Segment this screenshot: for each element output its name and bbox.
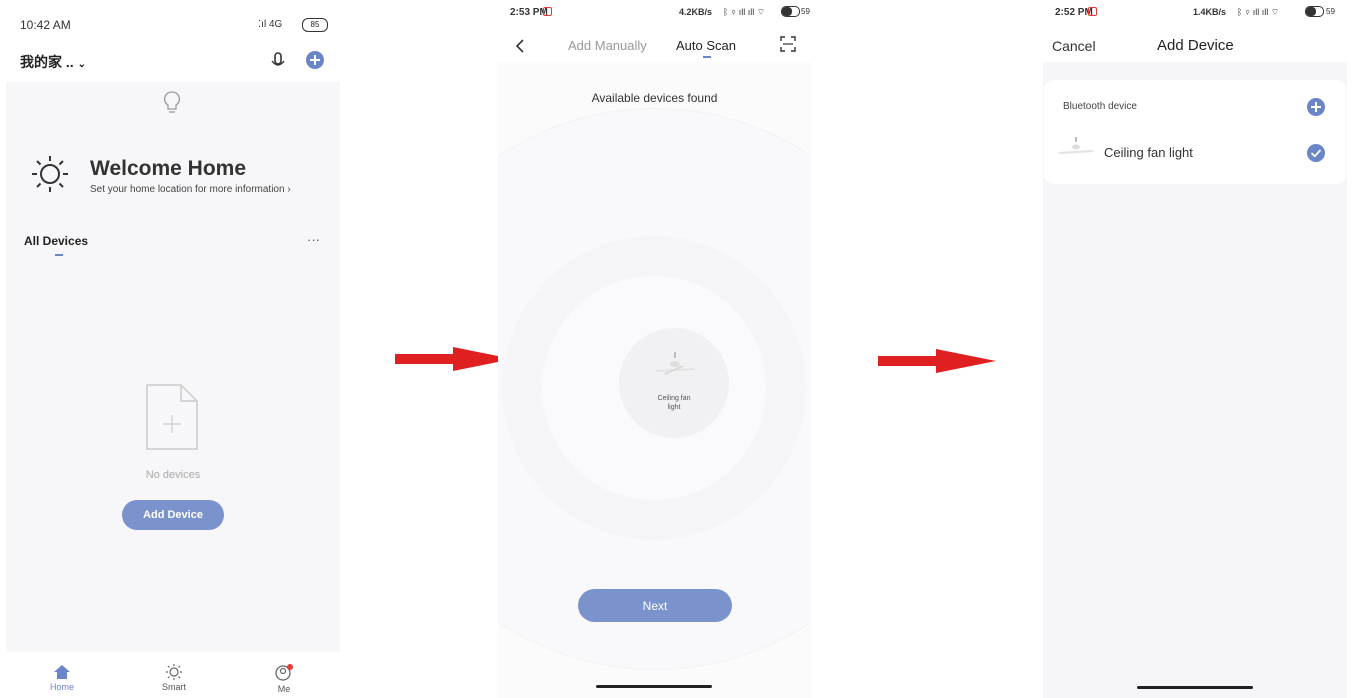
- device-name: Ceiling fan light: [1104, 145, 1193, 160]
- battery-percent: 59: [1326, 7, 1335, 16]
- tab-me[interactable]: Me: [264, 664, 304, 694]
- home-indicator: [1137, 686, 1253, 689]
- signal-icon: ᛒ ⚲ ıll ıll ⌔: [1237, 7, 1280, 17]
- tab-all-devices[interactable]: All Devices: [24, 234, 88, 248]
- empty-document-icon: [146, 384, 198, 450]
- battery-icon: [781, 6, 800, 17]
- welcome-subtitle: Set your home location for more informat…: [90, 184, 285, 195]
- device-name-line1: Ceiling fan: [657, 395, 691, 402]
- device-bubble[interactable]: [619, 328, 729, 438]
- tab-smart[interactable]: Smart: [154, 664, 194, 692]
- device-name-line2: light: [667, 404, 681, 411]
- add-circle-icon[interactable]: [305, 50, 325, 70]
- next-button[interactable]: Next: [578, 589, 732, 622]
- bulb-icon: [164, 91, 180, 113]
- microphone-icon[interactable]: [270, 52, 286, 70]
- empty-text: No devices: [145, 469, 201, 481]
- notification-badge: [287, 664, 293, 670]
- home-indicator: [596, 685, 712, 688]
- chevron-right-icon: ›: [287, 184, 291, 195]
- tab-me-label: Me: [277, 684, 291, 694]
- sun-small-icon: [166, 664, 182, 680]
- add-circle-icon[interactable]: [1306, 97, 1326, 117]
- signal-icon: ⁚ıl: [258, 19, 269, 30]
- chevron-down-icon: ⌄: [77, 59, 86, 70]
- screen-auto-scan: 2:53 PM 4.2KB/s ᛒ ⚲ ıll ıll ⌔ 59 Add Man…: [498, 0, 811, 698]
- more-icon[interactable]: ···: [307, 232, 320, 247]
- status-time: 10:42 AM: [20, 18, 71, 32]
- arrow-right-icon: [878, 349, 996, 373]
- welcome-title: Welcome Home: [90, 157, 246, 180]
- network-label: 4G: [268, 19, 283, 30]
- network-speed: 4.2KB/s: [679, 7, 713, 17]
- cancel-button[interactable]: Cancel: [1052, 38, 1096, 54]
- tab-home-label: Home: [49, 682, 74, 692]
- page-title: Add Device: [1157, 37, 1234, 54]
- sun-icon: [32, 156, 68, 192]
- tab-indicator: [55, 254, 63, 256]
- back-icon[interactable]: [514, 38, 526, 54]
- scan-qr-icon[interactable]: [780, 36, 796, 52]
- section-label: Bluetooth device: [1063, 101, 1137, 112]
- battery-icon: [1305, 6, 1324, 17]
- ceiling-fan-icon: [1058, 137, 1094, 154]
- network-speed: 1.4KB/s: [1193, 7, 1227, 17]
- battery-percent: 59: [801, 7, 810, 16]
- home-icon: [54, 665, 70, 679]
- home-location-link[interactable]: Set your home location for more informat…: [90, 184, 291, 195]
- tab-auto-scan[interactable]: Auto Scan: [676, 38, 736, 53]
- notification-icon: [543, 7, 552, 16]
- scan-heading: Available devices found: [591, 91, 718, 105]
- signal-icon: ᛒ ⚲ ıll ıll ⌔: [723, 7, 766, 17]
- arrow-right-icon: [395, 347, 513, 371]
- ceiling-fan-icon: [655, 352, 695, 375]
- check-circle-icon[interactable]: [1306, 143, 1326, 163]
- tab-indicator: [703, 56, 711, 58]
- tab-smart-label: Smart: [161, 682, 186, 692]
- tab-add-manually[interactable]: Add Manually: [568, 38, 647, 53]
- notification-icon: [1088, 7, 1097, 16]
- tab-home[interactable]: Home: [42, 664, 82, 692]
- device-card: Bluetooth device Ceiling fan light: [1044, 80, 1346, 184]
- add-device-button[interactable]: Add Device: [122, 500, 224, 530]
- device-row[interactable]: Ceiling fan light: [1056, 136, 1336, 172]
- profile-icon: [275, 664, 293, 681]
- signal-text: ⁚ıl 4G: [258, 19, 282, 30]
- screen-add-device: 2:52 PM 1.4KB/s ᛒ ⚲ ıll ıll ⌔ 59 Cancel …: [1043, 0, 1347, 698]
- battery-icon: 85: [302, 18, 328, 32]
- home-selector[interactable]: 我的家 .. ⌄: [20, 52, 86, 72]
- home-name: 我的家 ..: [20, 54, 74, 70]
- screen-home: 10:42 AM ⁚ıl 4G 85 我的家 .. ⌄ Welcome Home…: [6, 0, 340, 698]
